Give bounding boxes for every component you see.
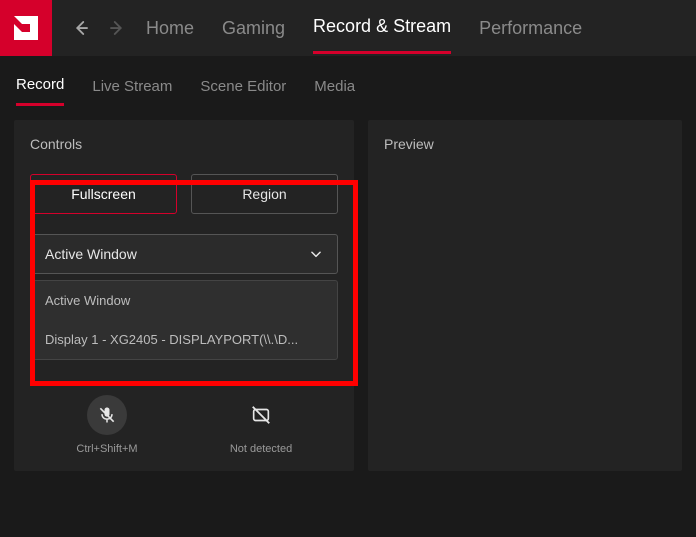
amd-logo[interactable] (0, 0, 52, 56)
capture-mode-buttons: Fullscreen Region (30, 174, 338, 214)
camera-status: Not detected (230, 443, 292, 455)
devices-row: Microphone Ctrl+Shift+M Camera (30, 372, 338, 455)
arrow-left-icon (72, 19, 90, 37)
microphone-shortcut: Ctrl+Shift+M (76, 443, 137, 455)
camera-off-icon (250, 404, 272, 426)
camera-device: Camera Not detected (184, 372, 338, 455)
chevron-down-icon (309, 247, 323, 261)
top-nav: Home Gaming Record & Stream Performance (146, 2, 582, 54)
arrow-right-icon (108, 19, 126, 37)
topnav-record-stream[interactable]: Record & Stream (313, 2, 451, 54)
region-button[interactable]: Region (191, 174, 338, 214)
source-option-display-1[interactable]: Display 1 - XG2405 - DISPLAYPORT(\\.\D..… (31, 320, 337, 359)
topnav-gaming[interactable]: Gaming (222, 4, 285, 53)
source-dropdown-toggle[interactable]: Active Window (30, 234, 338, 274)
back-button[interactable] (72, 19, 90, 37)
nav-arrows (52, 19, 146, 37)
controls-panel: Controls Fullscreen Region Active Window… (14, 120, 354, 471)
source-dropdown: Active Window Active Window Display 1 - … (30, 234, 338, 360)
preview-title: Preview (384, 136, 666, 152)
subnav-media[interactable]: Media (314, 68, 355, 105)
source-dropdown-menu: Active Window Display 1 - XG2405 - DISPL… (30, 280, 338, 360)
microphone-device: Microphone Ctrl+Shift+M (30, 372, 184, 455)
camera-icon-wrap (241, 395, 281, 435)
subnav-record[interactable]: Record (16, 66, 64, 106)
topnav-performance[interactable]: Performance (479, 4, 582, 53)
preview-panel: Preview (368, 120, 682, 471)
sub-nav: Record Live Stream Scene Editor Media (0, 56, 696, 106)
fullscreen-button[interactable]: Fullscreen (30, 174, 177, 214)
amd-logo-icon (12, 14, 40, 42)
microphone-muted-icon (97, 405, 117, 425)
subnav-live-stream[interactable]: Live Stream (92, 68, 172, 105)
forward-button[interactable] (108, 19, 126, 37)
main-area: Controls Fullscreen Region Active Window… (0, 106, 696, 485)
top-bar: Home Gaming Record & Stream Performance (0, 0, 696, 56)
subnav-scene-editor[interactable]: Scene Editor (200, 68, 286, 105)
controls-title: Controls (30, 136, 338, 152)
microphone-toggle-button[interactable] (87, 395, 127, 435)
source-dropdown-selected: Active Window (45, 246, 137, 262)
source-option-active-window[interactable]: Active Window (31, 281, 337, 320)
topnav-home[interactable]: Home (146, 4, 194, 53)
